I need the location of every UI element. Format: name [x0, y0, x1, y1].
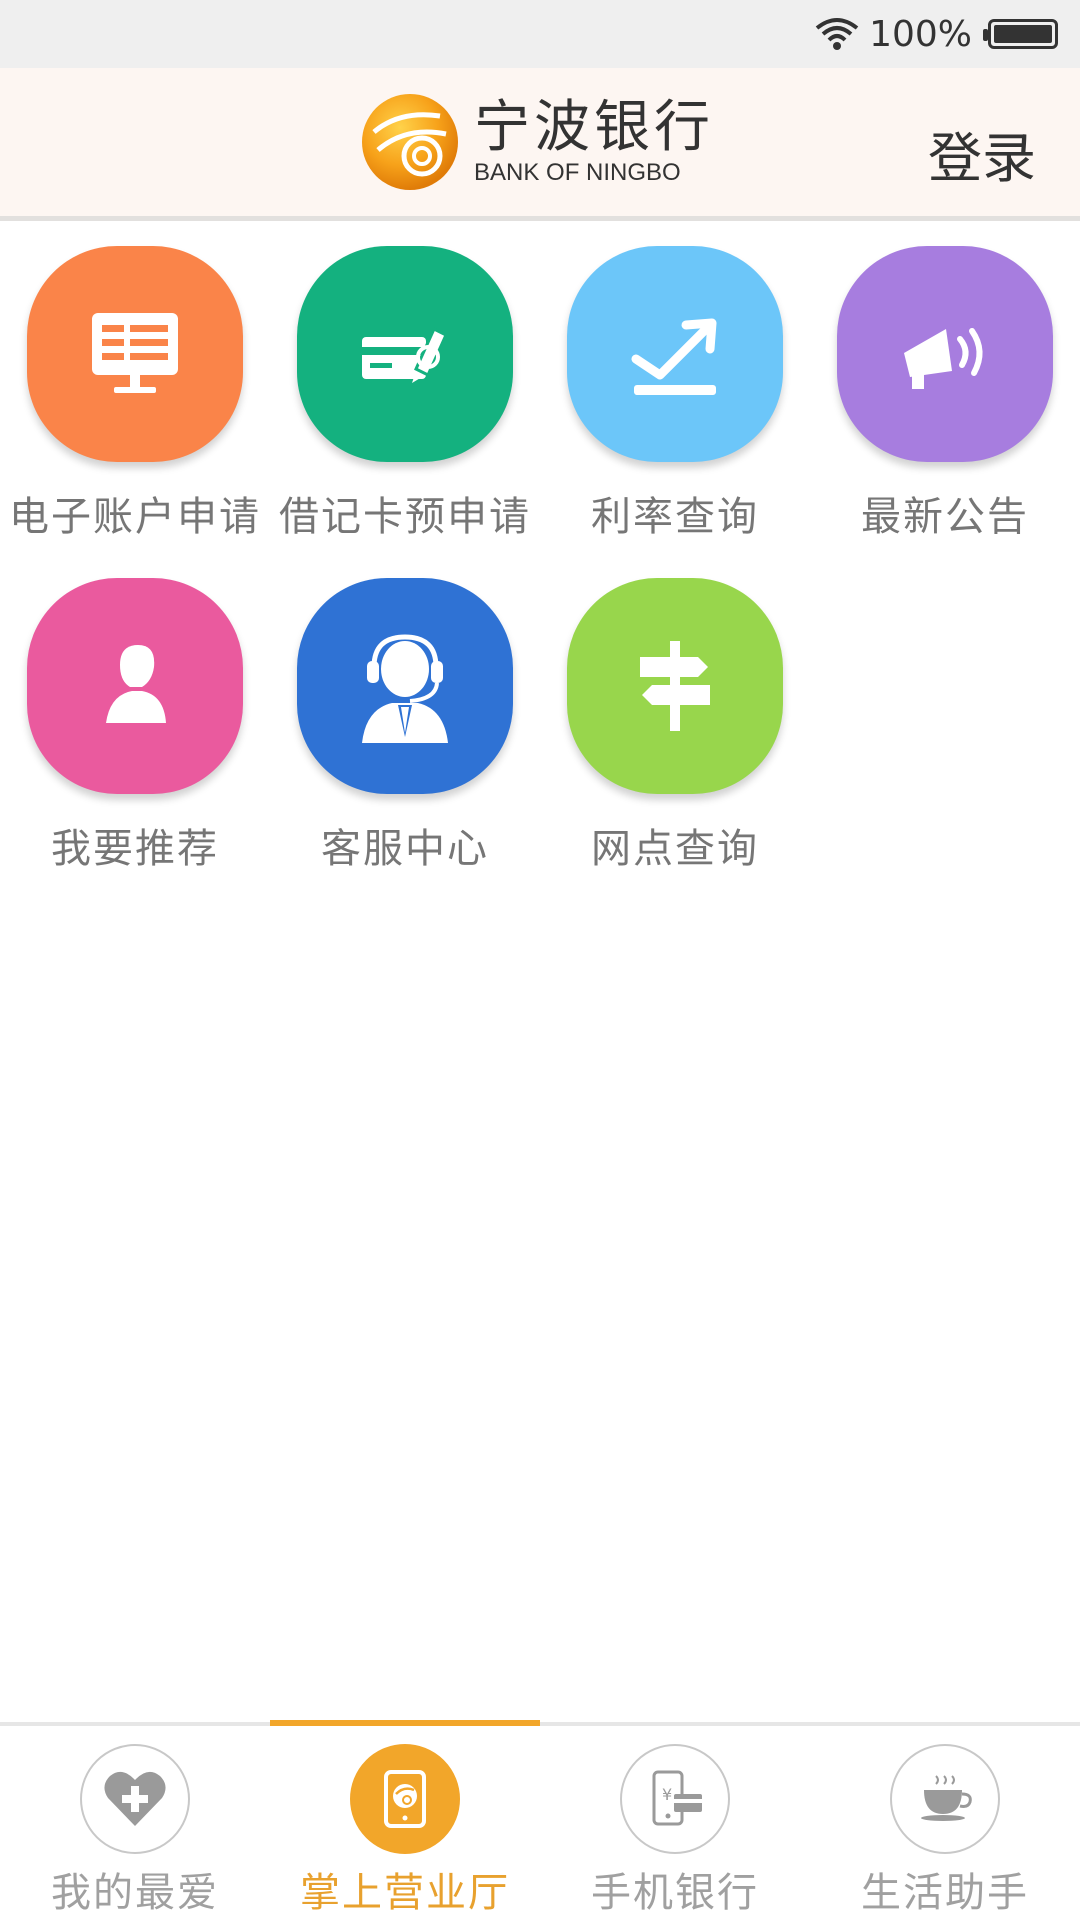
coffee-cup-icon — [890, 1744, 1000, 1854]
phone-card-icon: ¥ — [620, 1744, 730, 1854]
status-bar: 100% — [0, 0, 1080, 68]
bank-logo: 宁波银行 BANK OF NINGBO — [360, 92, 714, 192]
tile-label: 利率查询 — [591, 494, 759, 540]
battery-icon — [983, 19, 1058, 49]
monitor-icon — [27, 246, 243, 462]
app-header: 宁波银行 BANK OF NINGBO 登录 — [0, 68, 1080, 221]
svg-text:¥: ¥ — [662, 1785, 672, 1804]
bank-name-cn: 宁波银行 — [474, 95, 714, 160]
tile-debit-card-preapply[interactable]: 借记卡预申请 — [270, 230, 540, 562]
tile-e-account-apply[interactable]: 电子账户申请 — [0, 230, 270, 562]
service-grid: 电子账户申请 借记卡预申请 利率查询 最新公告 我要推荐 客服中心 网点查询 — [0, 230, 1080, 894]
tile-label: 借记卡预申请 — [279, 494, 531, 540]
battery-percentage: 100% — [869, 13, 972, 55]
tablet-logo-icon — [350, 1744, 460, 1854]
tile-label: 客服中心 — [321, 826, 489, 872]
tile-interest-rate-query[interactable]: 利率查询 — [540, 230, 810, 562]
login-button[interactable]: 登录 — [928, 114, 1036, 193]
card-pen-icon — [297, 246, 513, 462]
tile-label: 网点查询 — [591, 826, 759, 872]
wifi-icon — [815, 16, 859, 52]
bank-logo-icon — [362, 94, 458, 190]
status-indicators: 100% — [815, 10, 1058, 58]
tab-favorites[interactable]: 我的最爱 — [0, 1726, 270, 1924]
headset-agent-icon — [297, 578, 513, 794]
tile-label: 我要推荐 — [51, 826, 219, 872]
heart-plus-icon — [80, 1744, 190, 1854]
tab-label: 掌上营业厅 — [300, 1870, 510, 1916]
tab-life-assistant[interactable]: 生活助手 — [810, 1726, 1080, 1924]
megaphone-icon — [837, 246, 1053, 462]
trend-arrow-icon — [567, 246, 783, 462]
tile-customer-service[interactable]: 客服中心 — [270, 562, 540, 894]
bottom-tab-bar: 我的最爱 掌上营业厅 ¥ 手机银行 生活助手 — [0, 1720, 1080, 1924]
tile-label: 最新公告 — [861, 494, 1029, 540]
tab-label: 我的最爱 — [51, 1870, 219, 1916]
tile-label: 电子账户申请 — [9, 494, 261, 540]
tile-latest-announcement[interactable]: 最新公告 — [810, 230, 1080, 562]
bank-name-en: BANK OF NINGBO — [474, 159, 681, 186]
tab-mobile-hall[interactable]: 掌上营业厅 — [270, 1720, 540, 1924]
tile-recommend[interactable]: 我要推荐 — [0, 562, 270, 894]
tile-branch-query[interactable]: 网点查询 — [540, 562, 810, 894]
tab-label: 生活助手 — [861, 1870, 1029, 1916]
signpost-icon — [567, 578, 783, 794]
person-icon — [27, 578, 243, 794]
tab-label: 手机银行 — [591, 1870, 759, 1916]
tab-mobile-banking[interactable]: ¥ 手机银行 — [540, 1726, 810, 1924]
